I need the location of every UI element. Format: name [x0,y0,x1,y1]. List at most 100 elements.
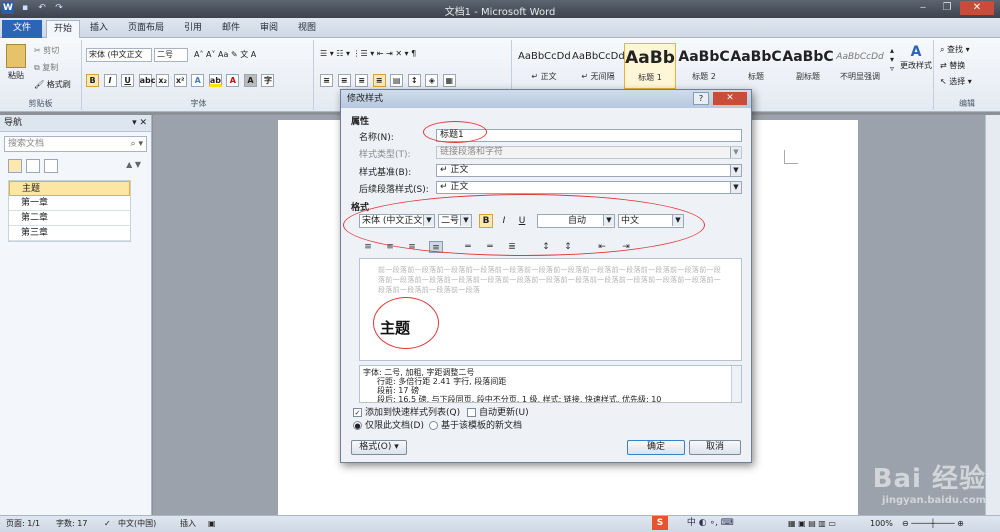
text-effects-icon[interactable]: A [191,74,205,87]
align-center-icon[interactable]: ≡ [337,74,351,87]
status-mode[interactable]: 插入 [180,516,196,532]
description-scrollbar[interactable] [731,366,741,402]
italic-icon[interactable]: I [103,74,117,87]
status-proof-icon[interactable]: ✓ [104,516,111,532]
list-buttons[interactable]: ☰ ▾ ☷ ▾ ⋮☰ ▾ ⇤ ⇥ ✕ ▾ ¶ [320,49,416,58]
nav-heading-list: 主题 第一章 第二章 第三章 [8,180,131,242]
align-right-icon[interactable]: ≡ [355,74,369,87]
status-bar: 页面: 1/1 字数: 17 ✓ 中文(中国) 插入 ▣ ▦ ▣ ▤ ▥ ▭ 1… [0,515,1000,532]
nav-item-chapter-2[interactable]: 第二章 [9,211,130,226]
headings-view-icon[interactable] [8,159,22,173]
nav-arrows[interactable]: ▲ ▼ [126,160,141,169]
font-color-icon[interactable]: A [226,74,240,87]
annotation-oval-format [343,194,705,256]
tab-review[interactable]: 审阅 [254,20,284,38]
copy-button[interactable]: ⧉ 复制 [34,62,58,73]
superscript-icon[interactable]: x² [173,74,187,87]
status-page[interactable]: 页面: 1/1 [6,516,40,532]
style-title[interactable]: AaBbC 标题 [730,43,782,89]
template-doc-radio[interactable]: 基于该模板的新文档 [429,421,522,432]
style-description: 字体: 二号, 加粗, 字距调整二号 行距: 多倍行距 2.41 字行, 段落间… [359,365,742,403]
style-type-label: 样式类型(T): [359,150,411,160]
select-button[interactable]: ↖ 选择 ▾ [940,76,972,87]
pages-view-icon[interactable] [26,159,40,173]
find-button[interactable]: ⌕ 查找 ▾ [940,44,970,55]
style-subtitle[interactable]: AaBbC 副标题 [782,43,834,89]
style-heading-2[interactable]: AaBbC 标题 2 [678,43,730,89]
paste-button[interactable]: 粘贴 [6,44,26,81]
change-styles-icon: A [910,44,922,60]
minimize-button[interactable]: ‒ [912,1,934,15]
underline-icon[interactable]: U [121,74,135,87]
line-spacing-icon[interactable]: ↕ [407,74,421,87]
clipboard-group-label: 剪贴板 [28,99,53,108]
clipboard-group: 粘贴 ✂ 剪切 ⧉ 复制 🖌 格式刷 剪贴板 [0,40,82,110]
replace-button[interactable]: ⇄ 替换 [940,60,965,71]
nav-item-theme[interactable]: 主题 [9,181,130,196]
styles-scroll[interactable]: ▴ ▾ ▿ [890,46,894,73]
dialog-close-button[interactable]: ✕ [713,92,747,105]
tab-page-layout[interactable]: 页面布局 [122,20,170,38]
font-size-combo[interactable]: 二号 [154,48,188,62]
window-title: 文档1 - Microsoft Word [444,7,556,18]
font-group: 宋体 (中文正文 二号 A˄ A˅ Aa ✎ 文 A B I U abc x₂ … [84,40,314,110]
style-heading-1[interactable]: AaBb 标题 1 [624,43,676,89]
tab-mailings[interactable]: 邮件 [216,20,246,38]
nav-close-icon[interactable]: ▾ ✕ [132,115,147,132]
strikethrough-icon[interactable]: abc [138,74,156,87]
maximize-button[interactable]: ❐ [936,1,958,15]
cut-button[interactable]: ✂ 剪切 [34,45,59,56]
next-style-select[interactable]: ↵ 正文 ▼ [436,181,742,194]
tab-view[interactable]: 视图 [292,20,322,38]
nav-search-input[interactable]: 搜索文档 ⌕ ▾ [4,136,147,152]
tab-home[interactable]: 开始 [46,20,80,38]
shading-icon[interactable]: ◈ [425,74,439,87]
help-icon[interactable]: ? [693,92,709,105]
nav-item-chapter-3[interactable]: 第三章 [9,226,130,241]
cancel-button[interactable]: 取消 [689,440,741,455]
change-styles-button[interactable]: A 更改样式 [900,44,932,71]
only-this-doc-radio[interactable]: ● 仅限此文档(D) [353,421,424,432]
font-name-combo[interactable]: 宋体 (中文正文 [86,48,152,62]
style-type-select[interactable]: 链接段落和字符 ▼ [436,146,742,159]
ime-toolbar[interactable]: S 中 ◐ ∘, ⌨ [652,515,782,532]
close-window-button[interactable]: ✕ [960,1,994,15]
format-menu-button[interactable]: 格式(O) ▾ [351,440,407,455]
char-shading-icon[interactable]: A [243,74,257,87]
vertical-scrollbar[interactable] [985,115,1000,515]
results-view-icon[interactable] [44,159,58,173]
nav-item-chapter-1[interactable]: 第一章 [9,196,130,211]
macro-record-icon[interactable]: ▣ [208,516,216,532]
search-icon[interactable]: ⌕ ▾ [131,137,143,151]
based-on-select[interactable]: ↵ 正文 ▼ [436,164,742,177]
zoom-slider[interactable]: ⊖ ────┼──── ⊕ [902,516,964,532]
dialog-align-left-icon[interactable]: ≡ [361,241,375,253]
justify-icon[interactable]: ≡ [372,74,386,87]
radio-empty-icon [429,421,438,430]
style-normal[interactable]: AaBbCcDd ↵ 正文 [518,43,571,89]
style-subtle-emphasis[interactable]: AaBbCcDd 不明显强调 [834,43,886,89]
tab-insert[interactable]: 插入 [84,20,114,38]
bold-icon[interactable]: B [86,74,99,87]
tab-file[interactable]: 文件 [2,20,42,38]
grow-font-button[interactable]: A˄ A˅ Aa ✎ 文 A [194,49,256,60]
style-no-spacing[interactable]: AaBbCcDd ↵ 无间隔 [572,43,625,89]
align-left-icon[interactable]: ≡ [320,74,333,87]
preview-previous-paragraph: 前一段落前一段落前一段落前一段落前一段落前一段落前一段落前一段落前一段落前一段落… [378,266,722,294]
distributed-icon[interactable]: ▤ [390,74,404,87]
page-corner-mark [784,150,798,164]
enclose-char-icon[interactable]: 字 [261,74,275,87]
subscript-icon[interactable]: x₂ [156,74,170,87]
borders-icon[interactable]: ▦ [442,74,456,87]
view-buttons[interactable]: ▦ ▣ ▤ ▥ ▭ [788,516,836,532]
highlight-icon[interactable]: ab [208,74,222,87]
status-words[interactable]: 字数: 17 [56,516,87,532]
format-painter-button[interactable]: 🖌 格式刷 [34,79,71,90]
zoom-level[interactable]: 100% [870,516,893,532]
editing-group-label: 编辑 [959,99,975,108]
tab-references[interactable]: 引用 [178,20,208,38]
add-quick-style-checkbox[interactable]: ✓ 添加到快速样式列表(Q) [353,408,460,419]
ok-button[interactable]: 确定 [627,440,685,455]
auto-update-checkbox[interactable]: 自动更新(U) [467,408,529,419]
status-language[interactable]: 中文(中国) [118,516,156,532]
